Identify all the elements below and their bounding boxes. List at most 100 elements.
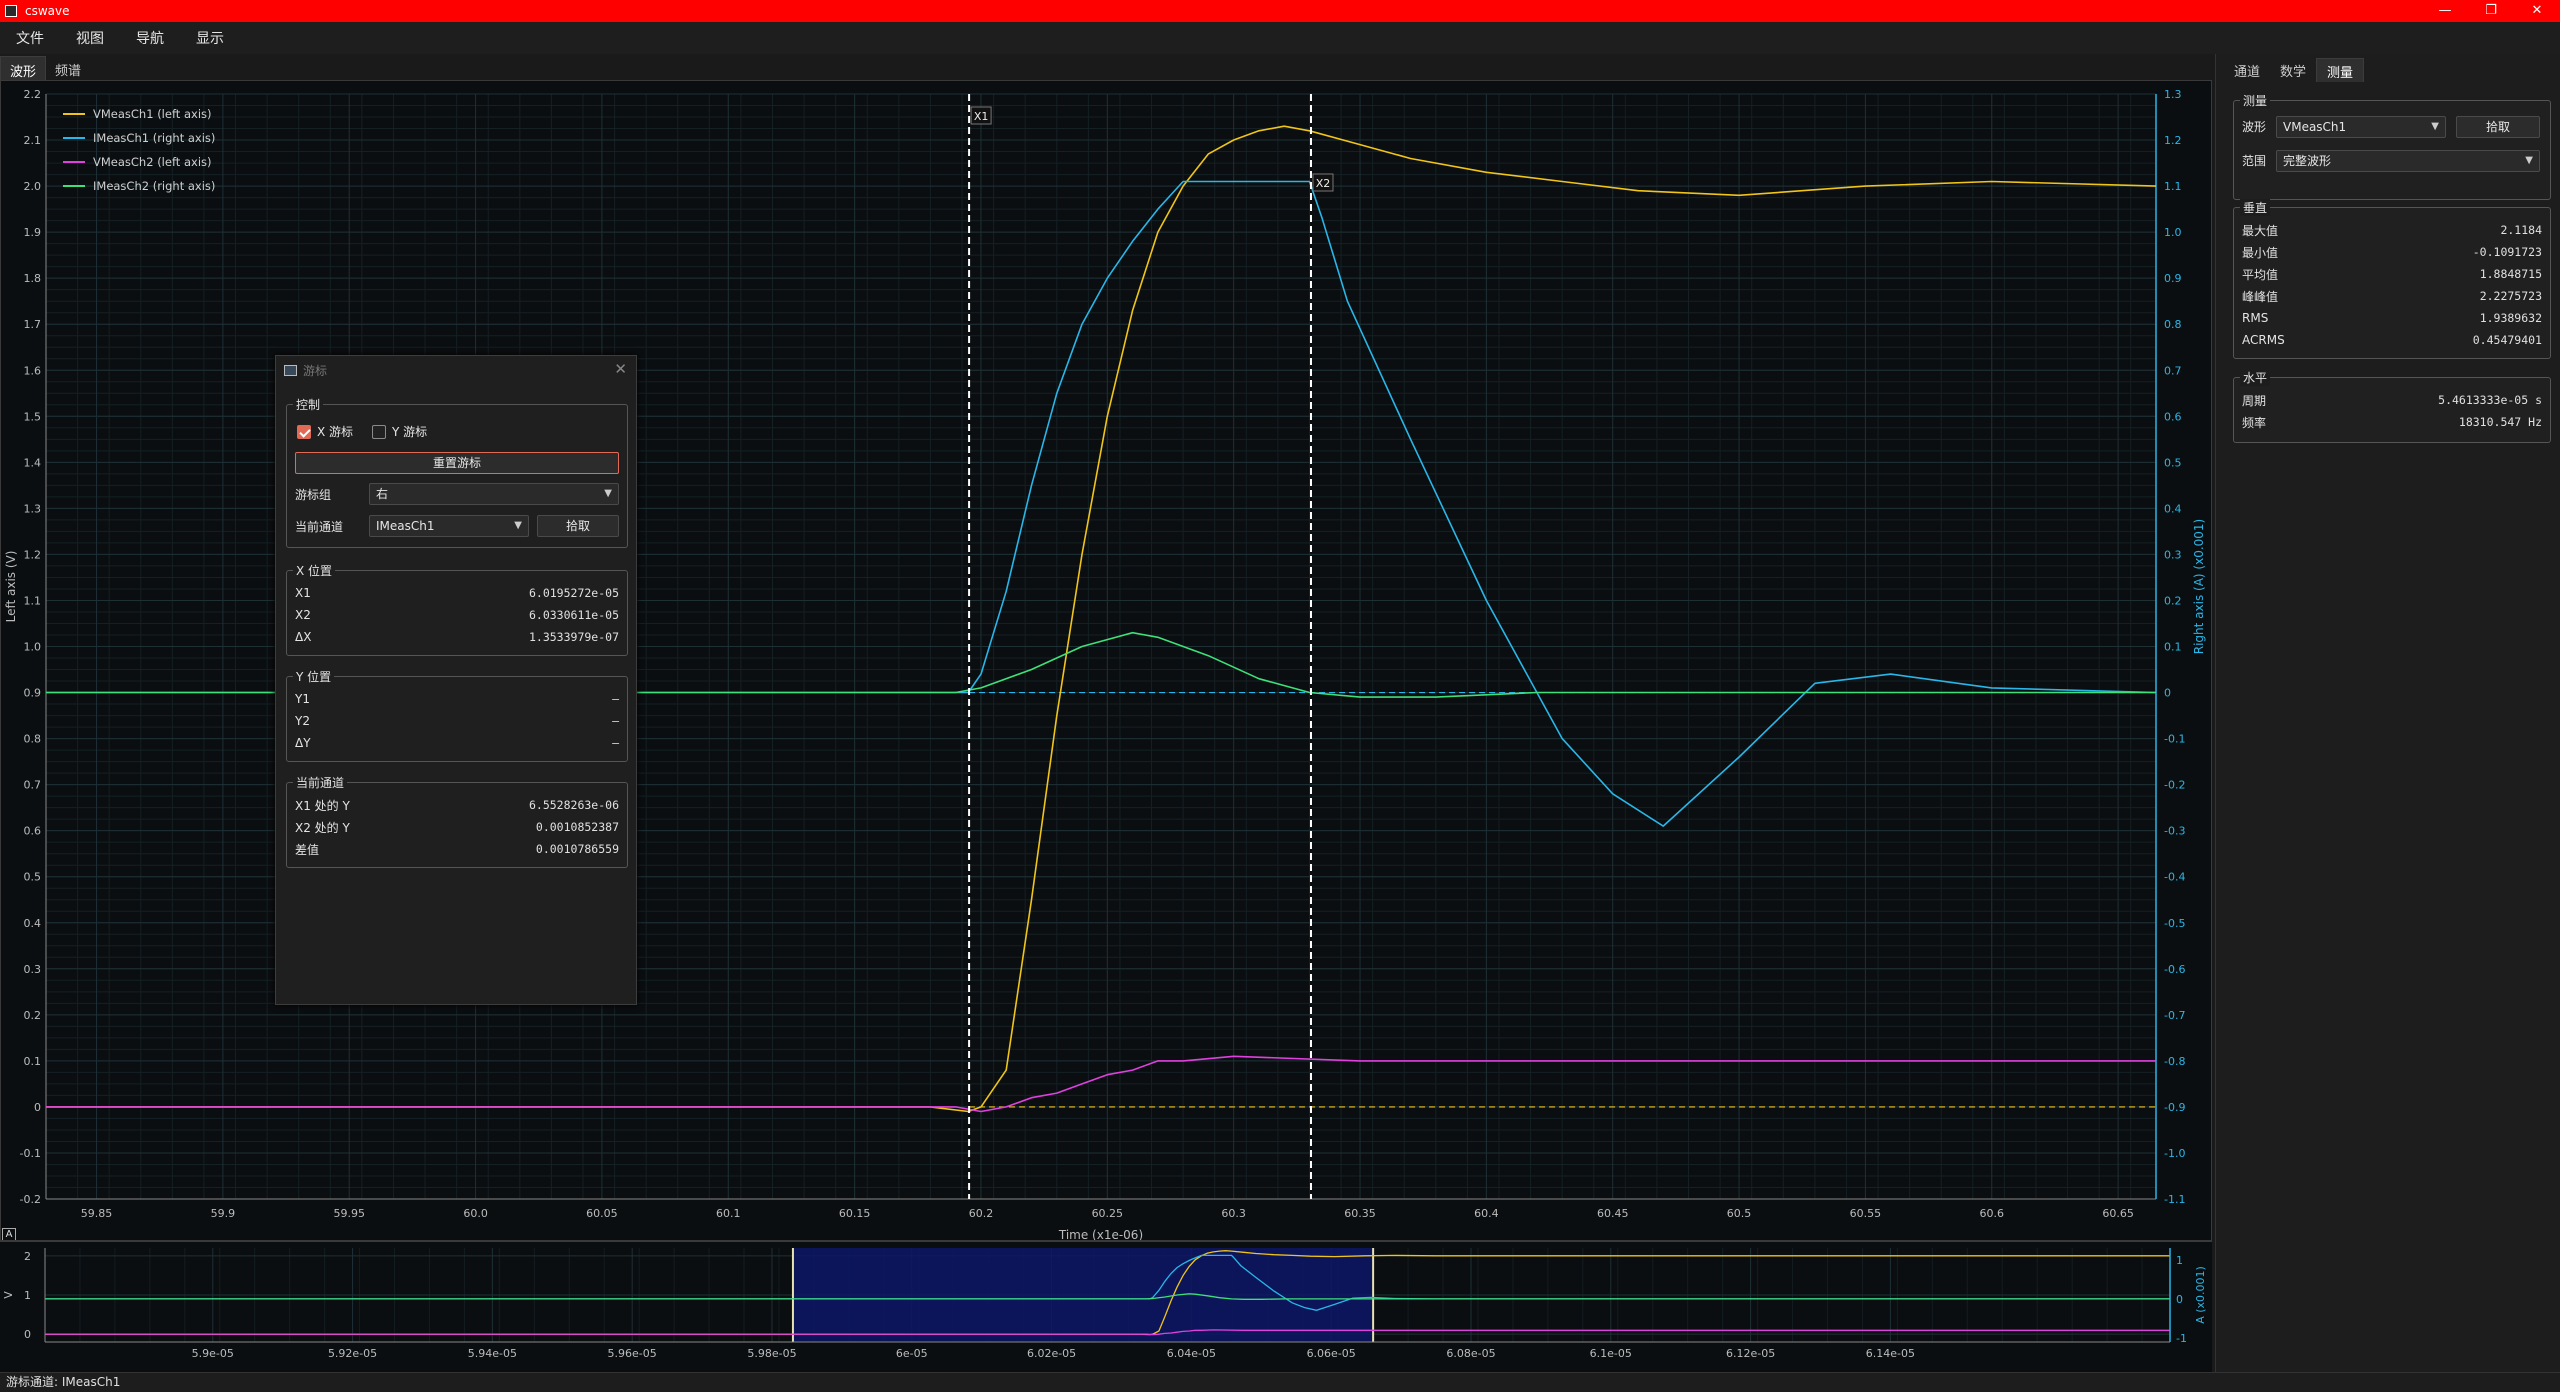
y-tick-label: 1.5 bbox=[24, 410, 42, 423]
overview-y2-axis-label: A (x0.001) bbox=[2194, 1266, 2207, 1324]
value-row: Y1 — bbox=[295, 689, 619, 709]
y2-tick-label: 0.9 bbox=[2164, 272, 2182, 285]
y2-tick-label: 0.8 bbox=[2164, 318, 2182, 331]
row-value: — bbox=[612, 692, 619, 706]
value-row: Y2 — bbox=[295, 711, 619, 731]
row-value: — bbox=[612, 736, 619, 750]
menu-nav[interactable]: 导航 bbox=[126, 28, 178, 48]
row-label: 周期 bbox=[2242, 393, 2267, 408]
overview-x-tick-label: 6.08e-05 bbox=[1446, 1347, 1495, 1360]
value-row: ACRMS 0.45479401 bbox=[2242, 330, 2542, 350]
dialog-titlebar[interactable]: 游标 ✕ bbox=[276, 356, 636, 384]
y-tick-label: 1.8 bbox=[24, 272, 42, 285]
cursor-dialog[interactable]: 游标 ✕ 控制 X 游标 Y 游标 重置游标 游标组 右 ▼ 当前通道 IMea… bbox=[275, 355, 637, 1005]
row-value: 5.4613333e-05 s bbox=[2438, 393, 2542, 407]
x-position-title: X 位置 bbox=[293, 562, 336, 579]
range-select[interactable]: 完整波形 ▼ bbox=[2276, 150, 2540, 172]
legend-entry: IMeasCh2 (right axis) bbox=[93, 179, 215, 193]
value-row: 最小值 -0.1091723 bbox=[2242, 242, 2542, 262]
y2-tick-label: -1.0 bbox=[2164, 1147, 2185, 1160]
y2-tick-label: 0.3 bbox=[2164, 548, 2182, 561]
x-tick-label: 59.85 bbox=[81, 1207, 113, 1220]
x-tick-label: 59.9 bbox=[211, 1207, 236, 1220]
overview-x-tick-label: 6.06e-05 bbox=[1307, 1347, 1356, 1360]
menu-display[interactable]: 显示 bbox=[186, 28, 238, 48]
horizontal-group-title: 水平 bbox=[2240, 369, 2271, 386]
tab-waveform[interactable]: 波形 bbox=[0, 56, 47, 80]
menu-file[interactable]: 文件 bbox=[6, 28, 58, 48]
dialog-icon bbox=[284, 364, 297, 376]
overview-x-tick-label: 6e-05 bbox=[896, 1347, 928, 1360]
cursor-group-select[interactable]: 右 ▼ bbox=[369, 483, 619, 505]
row-label: ΔX bbox=[295, 630, 312, 644]
x-position-group: X 位置 X1 6.0195272e-05 X2 6.0330611e-05 ΔX 1.3… bbox=[286, 562, 628, 656]
y2-tick-label: 0.7 bbox=[2164, 364, 2182, 377]
overview-x-tick-label: 5.96e-05 bbox=[608, 1347, 657, 1360]
y2-tick-label: 1.1 bbox=[2164, 180, 2182, 193]
status-bar: 游标通道: IMeasCh1 bbox=[0, 1372, 2560, 1392]
row-value: 2.1184 bbox=[2500, 223, 2542, 237]
row-value: 6.0330611e-05 bbox=[528, 608, 619, 622]
y-tick-label: 0.9 bbox=[24, 687, 42, 700]
row-value: 6.5528263e-06 bbox=[528, 798, 619, 812]
tab-measure[interactable]: 测量 bbox=[2316, 58, 2365, 82]
tab-channels[interactable]: 通道 bbox=[2224, 58, 2270, 82]
y2-tick-label: -0.2 bbox=[2164, 779, 2185, 792]
legend-entry: VMeasCh1 (left axis) bbox=[93, 107, 212, 121]
x-tick-label: 60.65 bbox=[2102, 1207, 2134, 1220]
overview-x-tick-label: 5.98e-05 bbox=[747, 1347, 796, 1360]
x-tick-label: 60.35 bbox=[1344, 1207, 1376, 1220]
y-cursor-checkbox[interactable]: Y 游标 bbox=[372, 423, 427, 440]
tab-spectrum[interactable]: 频谱 bbox=[46, 56, 90, 80]
y-tick-label: 2.1 bbox=[24, 134, 42, 147]
row-value: — bbox=[612, 714, 619, 728]
y-axis-label: Left axis (V) bbox=[4, 551, 18, 623]
y2-tick-label: 0.1 bbox=[2164, 641, 2182, 654]
y2-axis-label: Right axis (A) (x0.001) bbox=[2192, 519, 2206, 654]
y2-tick-label: -0.8 bbox=[2164, 1055, 2185, 1068]
y-tick-label: 0.5 bbox=[24, 871, 42, 884]
close-icon[interactable]: ✕ bbox=[614, 360, 627, 378]
overview-chart[interactable]: 5.9e-05 5.92e-05 5.94e-05 5.96e-05 5.98e-05 6… bbox=[0, 1242, 2212, 1372]
overview-x-tick-label: 5.94e-05 bbox=[468, 1347, 517, 1360]
window-title: cswave bbox=[25, 4, 70, 18]
cursor-channel-select[interactable]: IMeasCh1 ▼ bbox=[369, 515, 529, 537]
y-tick-label: 0.4 bbox=[24, 917, 42, 930]
y2-tick-label: -1.1 bbox=[2164, 1193, 2185, 1206]
tab-math[interactable]: 数学 bbox=[2270, 58, 2316, 82]
range-select-value: 完整波形 bbox=[2283, 154, 2332, 168]
x-tick-label: 60.5 bbox=[1727, 1207, 1752, 1220]
value-row: X1 6.0195272e-05 bbox=[295, 583, 619, 603]
overview-x-tick-label: 6.12e-05 bbox=[1726, 1347, 1775, 1360]
y-tick-label: 0.1 bbox=[24, 1055, 42, 1068]
x-cursor-checkbox-box[interactable] bbox=[297, 424, 311, 439]
overview-y-tick-label: 2 bbox=[24, 1250, 31, 1263]
y-tick-label: 0.8 bbox=[24, 733, 42, 746]
row-value: 6.0195272e-05 bbox=[528, 586, 619, 600]
reset-cursor-button[interactable]: 重置游标 bbox=[295, 452, 619, 474]
row-value: 1.3533979e-07 bbox=[528, 630, 619, 644]
chevron-down-icon: ▼ bbox=[514, 520, 522, 531]
row-label: 平均值 bbox=[2242, 267, 2279, 282]
cursor-pick-button[interactable]: 拾取 bbox=[537, 515, 619, 537]
row-value: 0.0010852387 bbox=[535, 820, 619, 834]
value-row: 峰峰值 2.2275723 bbox=[2242, 286, 2542, 306]
y-tick-label: -0.2 bbox=[20, 1193, 41, 1206]
menu-view[interactable]: 视图 bbox=[66, 28, 118, 48]
y-tick-label: 1.3 bbox=[24, 502, 42, 515]
y-tick-label: 2.0 bbox=[24, 180, 42, 193]
value-row: X1 处的 Y 6.5528263e-06 bbox=[295, 795, 619, 815]
y-cursor-label: Y 游标 bbox=[392, 425, 428, 439]
cursor-label: X2 bbox=[1316, 177, 1331, 190]
waveform-select[interactable]: VMeasCh1 ▼ bbox=[2276, 116, 2446, 138]
minimize-button[interactable]: — bbox=[2422, 0, 2468, 22]
restore-button[interactable]: ❐ bbox=[2468, 0, 2514, 22]
y-cursor-checkbox-box[interactable] bbox=[372, 424, 386, 439]
x-cursor-checkbox[interactable]: X 游标 bbox=[297, 423, 353, 440]
close-button[interactable]: ✕ bbox=[2514, 0, 2560, 22]
cursor-label: X1 bbox=[974, 110, 989, 123]
row-label: 峰峰值 bbox=[2242, 289, 2279, 304]
overview-plot[interactable]: 5.9e-05 5.92e-05 5.94e-05 5.96e-05 5.98e-05 6… bbox=[0, 1240, 2212, 1372]
measure-pick-button[interactable]: 拾取 bbox=[2456, 116, 2540, 138]
y2-tick-label: 1.0 bbox=[2164, 226, 2182, 239]
